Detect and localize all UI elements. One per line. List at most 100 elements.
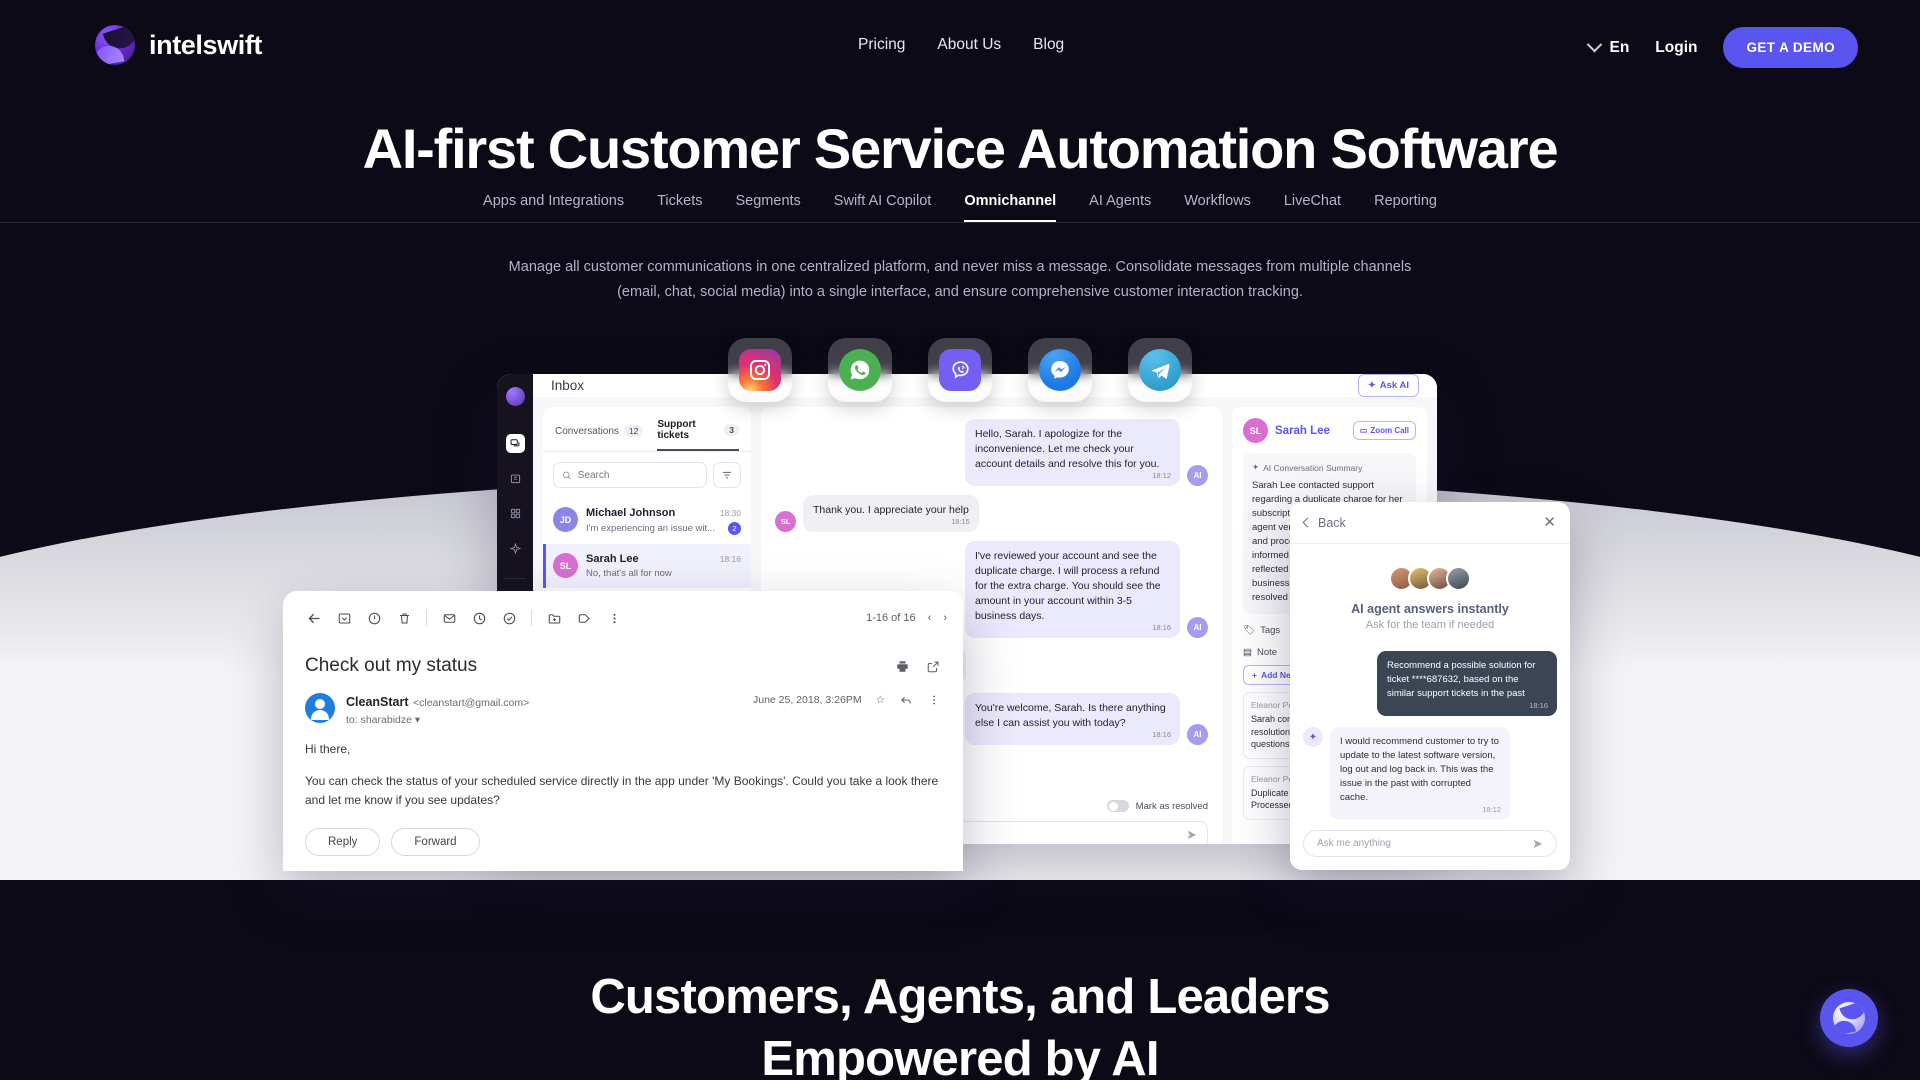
nav-link-blog[interactable]: Blog xyxy=(1033,36,1064,54)
avatar: AI xyxy=(1187,724,1208,745)
channel-whatsapp xyxy=(828,338,892,402)
more-options-icon[interactable] xyxy=(927,693,941,707)
main-nav: Pricing About Us Blog xyxy=(858,36,1064,54)
reply-icon[interactable] xyxy=(899,693,913,707)
sender-name: CleanStart xyxy=(346,695,409,709)
nav-link-pricing[interactable]: Pricing xyxy=(858,36,905,54)
tab-livechat[interactable]: LiveChat xyxy=(1284,193,1341,222)
conversation-name: Michael Johnson xyxy=(586,507,676,519)
archive-icon[interactable] xyxy=(329,605,359,631)
avatar: AI xyxy=(1187,617,1208,638)
brand-logo[interactable]: intelswift xyxy=(95,25,262,65)
intelswift-chat-icon xyxy=(1833,1002,1865,1034)
ai-agent-popup: Back ✕ AI agent answers instantly Ask fo… xyxy=(1290,502,1570,870)
back-button[interactable]: Back xyxy=(1302,515,1346,530)
email-subject-row: Check out my status xyxy=(283,639,963,677)
open-in-new-icon[interactable] xyxy=(926,659,941,674)
conversation-name: Sarah Lee xyxy=(586,553,639,565)
tab-workflows[interactable]: Workflows xyxy=(1184,193,1251,222)
tab-omnichannel[interactable]: Omnichannel xyxy=(964,193,1056,222)
back-label: Back xyxy=(1318,515,1346,530)
hero-subtitle: Manage all customer communications in on… xyxy=(508,259,1412,300)
email-body-text: You can check the status of your schedul… xyxy=(305,774,939,807)
login-link[interactable]: Login xyxy=(1655,39,1697,57)
reply-button[interactable]: Reply xyxy=(305,828,381,856)
star-icon[interactable]: ☆ xyxy=(876,694,885,706)
chevron-left-icon[interactable]: ‹ xyxy=(928,612,932,624)
conversation-subheader: No, that's all for now xyxy=(586,568,741,579)
sparkle-icon: ✦ xyxy=(1367,380,1376,391)
chat-message: SL Thank you. I appreciate your help 18:… xyxy=(775,495,1208,532)
get-a-demo-button[interactable]: GET A DEMO xyxy=(1723,27,1858,68)
tab-support-tickets-count: 3 xyxy=(724,424,739,436)
message-bubble: Thank you. I appreciate your help 18:15 xyxy=(803,495,979,532)
nav-link-about-us[interactable]: About Us xyxy=(937,36,1001,54)
close-icon[interactable]: ✕ xyxy=(1543,515,1556,530)
forward-button[interactable]: Forward xyxy=(391,828,480,856)
report-spam-icon[interactable] xyxy=(359,605,389,631)
label-icon[interactable] xyxy=(569,605,599,631)
chat-icon[interactable] xyxy=(505,434,525,453)
channel-telegram xyxy=(1128,338,1192,402)
message-bubble: I would recommend customer to try to upd… xyxy=(1330,727,1510,820)
message-text: Thank you. I appreciate your help xyxy=(813,504,969,516)
tab-support-tickets-label: Support tickets xyxy=(657,419,696,441)
search-input[interactable] xyxy=(577,469,698,481)
move-to-icon[interactable] xyxy=(539,605,569,631)
filter-button[interactable] xyxy=(713,462,741,488)
conversation-item-michael-johnson[interactable]: JD Michael Johnson 18:30 I'm experiencin… xyxy=(543,498,751,544)
unread-badge: 2 xyxy=(728,522,741,535)
more-options-icon[interactable] xyxy=(599,605,629,631)
avatar xyxy=(305,693,335,723)
intelswift-logo-icon xyxy=(95,25,135,65)
back-arrow-icon[interactable] xyxy=(299,605,329,631)
ask-ai-label: Ask AI xyxy=(1379,380,1409,391)
conversation-content: Michael Johnson 18:30 I'm experiencing a… xyxy=(586,507,741,535)
tab-reporting[interactable]: Reporting xyxy=(1374,193,1437,222)
tab-segments[interactable]: Segments xyxy=(736,193,801,222)
apps-grid-icon[interactable] xyxy=(506,504,525,523)
note-icon: ▤ xyxy=(1243,647,1252,658)
intelswift-logo-icon xyxy=(505,387,525,406)
tab-ai-agents[interactable]: AI Agents xyxy=(1089,193,1151,222)
snooze-icon[interactable] xyxy=(464,605,494,631)
send-icon[interactable]: ➤ xyxy=(1532,836,1543,852)
zoom-call-label: Zoom Call xyxy=(1370,426,1409,435)
zoom-call-button[interactable]: ▭ Zoom Call xyxy=(1352,421,1416,440)
ai-popup-intro: AI agent answers instantly Ask for the t… xyxy=(1290,544,1570,637)
brand-name: intelswift xyxy=(149,29,263,60)
sparkle-icon[interactable] xyxy=(506,539,525,558)
tab-apps-and-integrations[interactable]: Apps and Integrations xyxy=(483,193,624,222)
add-task-icon[interactable] xyxy=(494,605,524,631)
message-text: You're welcome, Sarah. Is there anything… xyxy=(975,702,1166,729)
print-icon[interactable] xyxy=(895,659,910,674)
email-date: June 25, 2018, 3:26PM xyxy=(752,694,862,706)
email-greeting: Hi there, xyxy=(305,742,351,756)
tag-icon: 🏷 xyxy=(1243,625,1256,636)
search-icon xyxy=(563,471,571,479)
search-box[interactable] xyxy=(553,462,707,488)
divider xyxy=(531,610,532,626)
conversation-item-sarah-lee[interactable]: SL Sarah Lee 18:16 No, that's all for no… xyxy=(543,544,751,588)
email-action-buttons: Reply Forward xyxy=(283,810,963,856)
recipient-line[interactable]: to: sharabidze ▾ xyxy=(346,714,529,726)
delete-icon[interactable] xyxy=(389,605,419,631)
mark-unread-icon[interactable] xyxy=(434,605,464,631)
tab-swift-ai-copilot[interactable]: Swift AI Copilot xyxy=(834,193,932,222)
ask-ai-button[interactable]: ✦ Ask AI xyxy=(1357,374,1419,397)
avatar: SL xyxy=(1243,418,1268,443)
tab-tickets[interactable]: Tickets xyxy=(657,193,702,222)
chat-widget-button[interactable] xyxy=(1820,989,1878,1047)
mark-as-resolved-toggle[interactable] xyxy=(1106,800,1129,812)
message-time: 18:12 xyxy=(1152,471,1171,480)
tab-support-tickets[interactable]: Support tickets 3 xyxy=(657,419,739,451)
message-time: 18:16 xyxy=(1152,623,1171,632)
send-icon[interactable]: ➤ xyxy=(1186,827,1197,843)
conversation-preview: I'm experiencing an issue wit... xyxy=(586,523,716,534)
tab-conversations[interactable]: Conversations 12 xyxy=(555,419,644,451)
calendar-icon[interactable] xyxy=(506,469,525,488)
chevron-right-icon[interactable]: › xyxy=(943,612,947,624)
ai-popup-input[interactable]: Ask me anything ➤ xyxy=(1303,830,1557,857)
site-header: intelswift Pricing About Us Blog En Logi… xyxy=(0,0,1920,95)
language-selector[interactable]: En xyxy=(1587,36,1629,57)
